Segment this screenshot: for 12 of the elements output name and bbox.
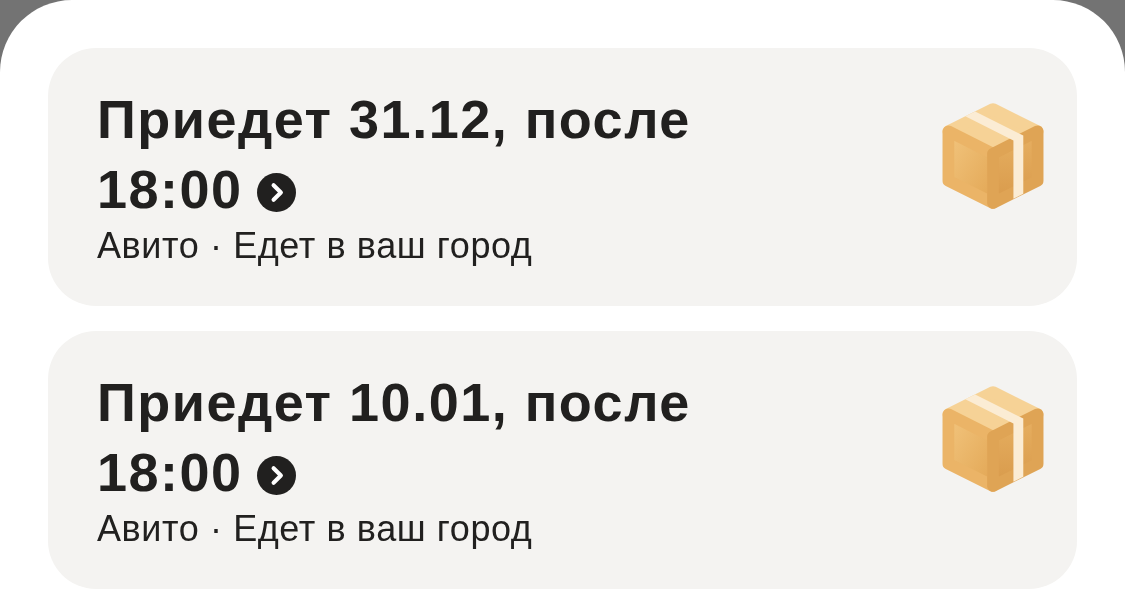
delivery-title: Приедет 31.12, после: [97, 88, 691, 151]
chevron-circle-icon: [256, 172, 296, 212]
delivery-card[interactable]: Приедет 31.12, после 18:00 Авито · Едет в ваш город: [48, 48, 1077, 306]
delivery-title: Приедет 10.01, после: [97, 371, 691, 434]
delivery-time: 18:00: [97, 441, 243, 504]
delivery-time: 18:00: [97, 158, 243, 221]
delivery-card[interactable]: Приедет 10.01, после 18:00 Авито · Едет в ваш город: [48, 331, 1077, 589]
package-icon: [941, 385, 1045, 493]
delivery-status: Авито · Едет в ваш город: [97, 507, 533, 551]
package-icon: [941, 102, 1045, 210]
delivery-status: Авито · Едет в ваш город: [97, 224, 533, 268]
chevron-circle-icon: [256, 455, 296, 495]
